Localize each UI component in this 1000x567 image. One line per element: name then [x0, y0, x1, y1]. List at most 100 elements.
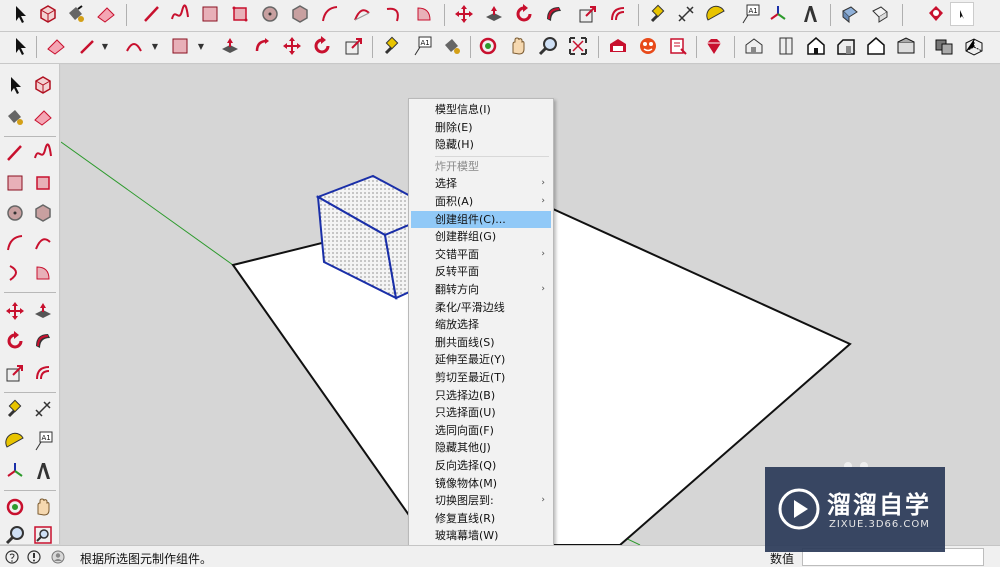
menu-item[interactable]: 删共面线(S): [411, 334, 551, 352]
arc-icon[interactable]: [318, 2, 342, 26]
menu-item[interactable]: 删除(E): [411, 119, 551, 137]
rotated-rectangle-icon[interactable]: [228, 2, 252, 26]
three-point-arc-icon[interactable]: [2, 260, 28, 286]
pencil-dropdown-icon[interactable]: ▼: [100, 34, 110, 58]
zoom-icon[interactable]: [536, 34, 560, 58]
line-icon[interactable]: [2, 140, 28, 166]
menu-item[interactable]: 切换图层到: ›: [411, 492, 551, 510]
back-view-icon[interactable]: [864, 34, 888, 58]
paint-bucket-icon[interactable]: [2, 104, 28, 130]
layout-icon[interactable]: [666, 34, 690, 58]
two-point-arc-icon[interactable]: [30, 230, 56, 256]
arc-dropdown-icon[interactable]: ▼: [150, 34, 160, 58]
geo-location-icon[interactable]: [26, 549, 42, 565]
style-icon[interactable]: [924, 2, 948, 26]
offset-icon[interactable]: [606, 2, 630, 26]
menu-item[interactable]: 延伸至最近(Y): [411, 351, 551, 369]
menu-item[interactable]: 只选择边(B): [411, 387, 551, 405]
arc-icon[interactable]: [2, 230, 28, 256]
orbit-icon[interactable]: [2, 494, 28, 520]
follow-me-icon[interactable]: [542, 2, 566, 26]
left-view-icon[interactable]: [894, 34, 918, 58]
menu-item[interactable]: 只选择面(U): [411, 404, 551, 422]
eraser-icon[interactable]: [44, 34, 68, 58]
line-icon[interactable]: [140, 2, 164, 26]
circle-icon[interactable]: [258, 2, 282, 26]
ruby-icon[interactable]: [702, 34, 726, 58]
rectangle-dropdown-icon[interactable]: ▼: [196, 34, 206, 58]
menu-item[interactable]: 剪切至最近(T): [411, 369, 551, 387]
pencil-icon[interactable]: [76, 34, 100, 58]
xray-icon[interactable]: [932, 34, 956, 58]
polygon-icon[interactable]: [288, 2, 312, 26]
axes-icon[interactable]: [2, 458, 28, 484]
zoom-extents-icon[interactable]: [566, 34, 590, 58]
move-icon[interactable]: [2, 298, 28, 324]
eraser-icon[interactable]: [94, 2, 118, 26]
top-view-icon[interactable]: [774, 34, 798, 58]
user-icon[interactable]: [50, 549, 66, 565]
extension-warehouse-icon[interactable]: [636, 34, 660, 58]
pan-icon[interactable]: [506, 34, 530, 58]
menu-item[interactable]: 创建群组(G): [411, 228, 551, 246]
dimension-icon[interactable]: [674, 2, 698, 26]
scale-icon[interactable]: [2, 360, 28, 386]
menu-item[interactable]: 反向选择(Q): [411, 457, 551, 475]
push-pull-icon[interactable]: [218, 34, 242, 58]
rectangle-icon[interactable]: [198, 2, 222, 26]
circle-icon[interactable]: [2, 200, 28, 226]
pie-icon[interactable]: [412, 2, 436, 26]
menu-item[interactable]: 面积(A) ›: [411, 193, 551, 211]
menu-item[interactable]: 修复直线(R): [411, 510, 551, 528]
arc-icon[interactable]: [122, 34, 146, 58]
follow-me-icon[interactable]: [30, 328, 56, 354]
menu-item[interactable]: 创建组件(C)...: [411, 210, 551, 229]
scale-icon[interactable]: [342, 34, 366, 58]
paint-bucket-icon[interactable]: [64, 2, 88, 26]
dimension-icon[interactable]: [30, 396, 56, 422]
offset-icon[interactable]: [30, 360, 56, 386]
select-icon[interactable]: [8, 34, 32, 58]
3d-text-icon[interactable]: [798, 2, 822, 26]
back-edges-icon[interactable]: [962, 34, 986, 58]
protractor-icon[interactable]: [2, 428, 28, 454]
make-component-icon[interactable]: [30, 72, 56, 98]
right-view-icon[interactable]: [834, 34, 858, 58]
tape-measure-icon[interactable]: [2, 396, 28, 422]
scale-icon[interactable]: [576, 2, 600, 26]
rotate-icon[interactable]: [2, 328, 28, 354]
rotate-icon[interactable]: [512, 2, 536, 26]
paint-bucket-icon[interactable]: [440, 34, 464, 58]
move-icon[interactable]: [452, 2, 476, 26]
cursor-icon[interactable]: [950, 2, 974, 26]
freehand-icon[interactable]: [30, 140, 56, 166]
menu-item[interactable]: 玻璃幕墙(W): [411, 527, 551, 545]
tape-measure-icon[interactable]: [380, 34, 404, 58]
push-pull-icon[interactable]: [30, 298, 56, 324]
text-icon[interactable]: A1: [738, 2, 762, 26]
tape-measure-icon[interactable]: [646, 2, 670, 26]
3d-text-icon[interactable]: [30, 458, 56, 484]
iso-view-icon[interactable]: [742, 34, 766, 58]
protractor-icon[interactable]: [704, 2, 728, 26]
menu-item[interactable]: 交错平面 ›: [411, 246, 551, 264]
front-view-icon[interactable]: [804, 34, 828, 58]
eraser-icon[interactable]: [30, 104, 56, 130]
section-fill-icon[interactable]: [868, 2, 892, 26]
menu-item[interactable]: 隐藏其他(J): [411, 439, 551, 457]
rectangle-icon[interactable]: [2, 170, 28, 196]
axes-icon[interactable]: [766, 2, 790, 26]
select-icon[interactable]: [8, 2, 32, 26]
two-point-arc-icon[interactable]: [350, 2, 374, 26]
rotated-rectangle-icon[interactable]: [30, 170, 56, 196]
menu-item[interactable]: 模型信息(I): [411, 101, 551, 119]
menu-item[interactable]: 反转平面: [411, 263, 551, 281]
orbit-icon[interactable]: [476, 34, 500, 58]
freehand-icon[interactable]: [168, 2, 192, 26]
select-icon[interactable]: [2, 72, 28, 98]
pan-icon[interactable]: [30, 494, 56, 520]
three-point-arc-icon[interactable]: [382, 2, 406, 26]
section-plane-icon[interactable]: [838, 2, 862, 26]
rotate-icon[interactable]: [310, 34, 334, 58]
polygon-icon[interactable]: [30, 200, 56, 226]
